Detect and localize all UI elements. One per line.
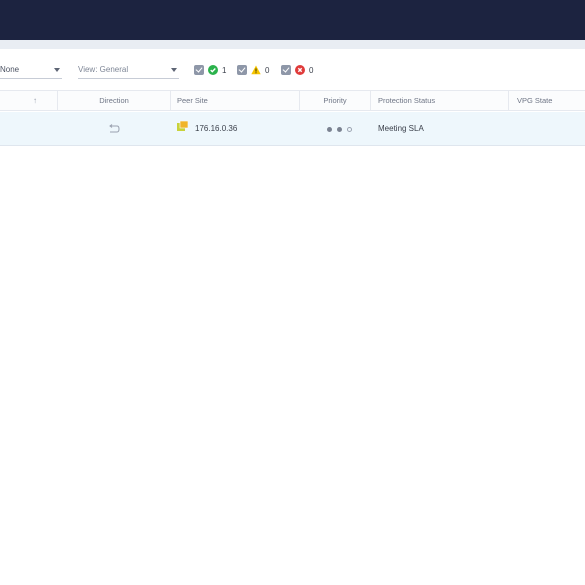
filter-warning[interactable]: 0 <box>237 63 269 77</box>
column-header-direction[interactable]: Direction <box>58 91 171 111</box>
peer-site-value: 176.16.0.36 <box>195 124 238 133</box>
filter-error-checkbox[interactable] <box>281 65 291 75</box>
group-by-select[interactable]: None <box>0 61 62 79</box>
check-circle-icon <box>208 65 218 75</box>
filter-ok-checkbox[interactable] <box>194 65 204 75</box>
filter-warning-checkbox[interactable] <box>237 65 247 75</box>
warning-count: 0 <box>265 65 270 75</box>
ok-count: 1 <box>222 65 227 75</box>
view-value: View: General <box>78 65 129 74</box>
warning-triangle-icon <box>251 65 261 75</box>
chevron-down-icon <box>54 68 60 72</box>
column-header-priority[interactable]: Priority <box>300 91 371 111</box>
sort-ascending-icon[interactable]: ↑ <box>33 91 37 111</box>
return-arrow-icon <box>105 112 123 146</box>
site-icon <box>177 112 189 146</box>
priority-dot-filled <box>337 126 342 132</box>
protection-status-value: Meeting SLA <box>378 124 424 133</box>
priority-dot-empty <box>347 126 352 132</box>
top-navigation-bar <box>0 0 585 40</box>
priority-indicator <box>327 112 352 146</box>
priority-dot-filled <box>327 126 332 132</box>
table-header: ↑ Direction Peer Site Priority Protectio… <box>0 90 585 111</box>
error-circle-icon <box>295 65 305 75</box>
sub-header-bar <box>0 40 585 49</box>
column-header-protection-status[interactable]: Protection Status <box>371 91 509 111</box>
table-toolbar: None View: General 1 0 0 <box>0 58 585 82</box>
column-header-vpg-state[interactable]: VPG State <box>509 91 585 111</box>
filter-error[interactable]: 0 <box>281 63 313 77</box>
error-count: 0 <box>309 65 314 75</box>
chevron-down-icon <box>171 68 177 72</box>
filter-ok[interactable]: 1 <box>194 63 226 77</box>
table-row[interactable]: 176.16.0.36 Meeting SLA <box>0 112 585 146</box>
column-header-sorted[interactable]: ↑ <box>0 91 58 111</box>
peer-site-cell: 176.16.0.36 <box>177 112 237 146</box>
view-select[interactable]: View: General <box>78 61 179 79</box>
group-by-value: None <box>0 65 20 74</box>
column-header-peer-site[interactable]: Peer Site <box>171 91 300 111</box>
